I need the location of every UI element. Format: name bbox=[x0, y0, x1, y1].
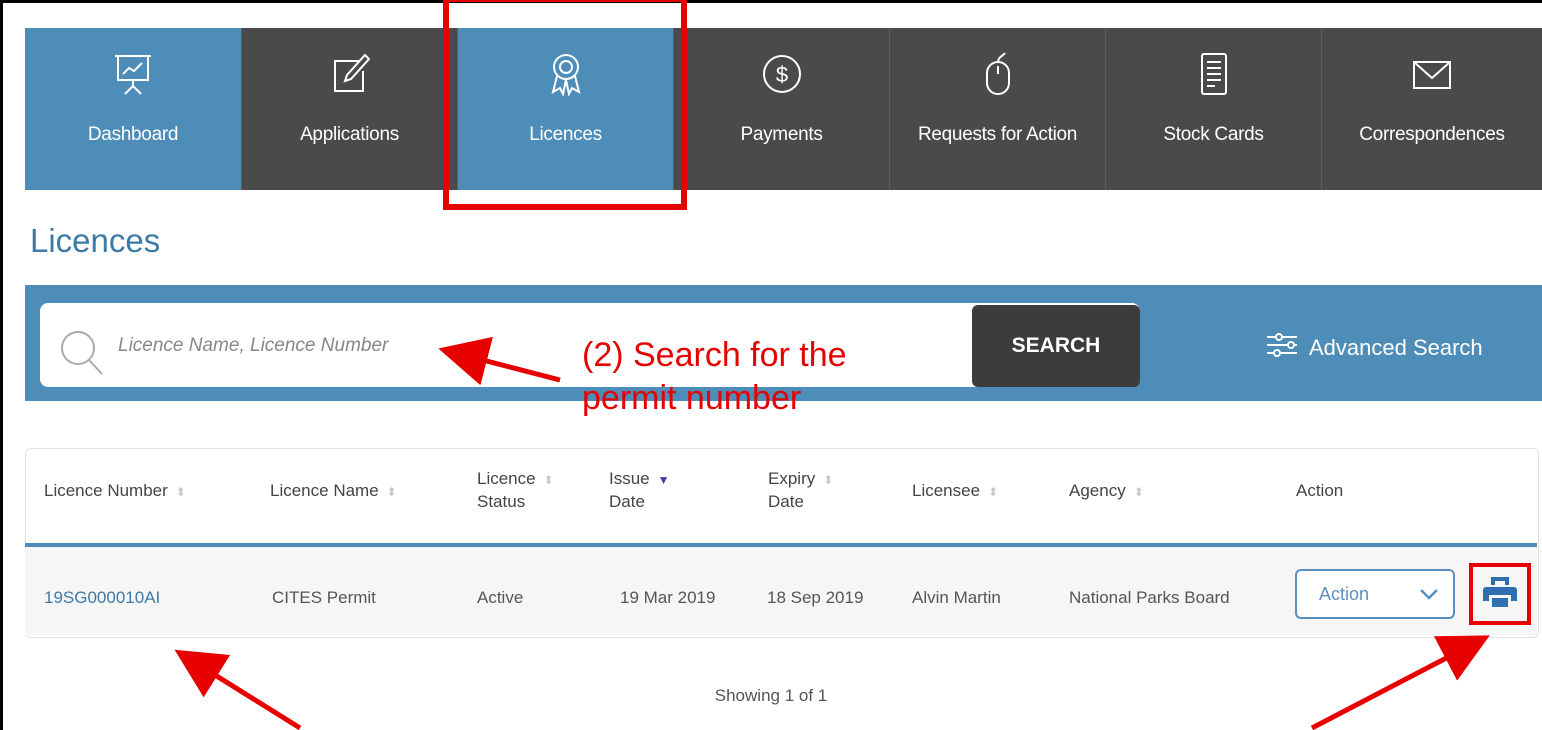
arrow-to-search-input bbox=[438, 336, 561, 386]
arrow-to-licence-number bbox=[174, 649, 302, 730]
arrow-to-print-button bbox=[1310, 635, 1490, 730]
annotation-arrows bbox=[174, 336, 1490, 730]
